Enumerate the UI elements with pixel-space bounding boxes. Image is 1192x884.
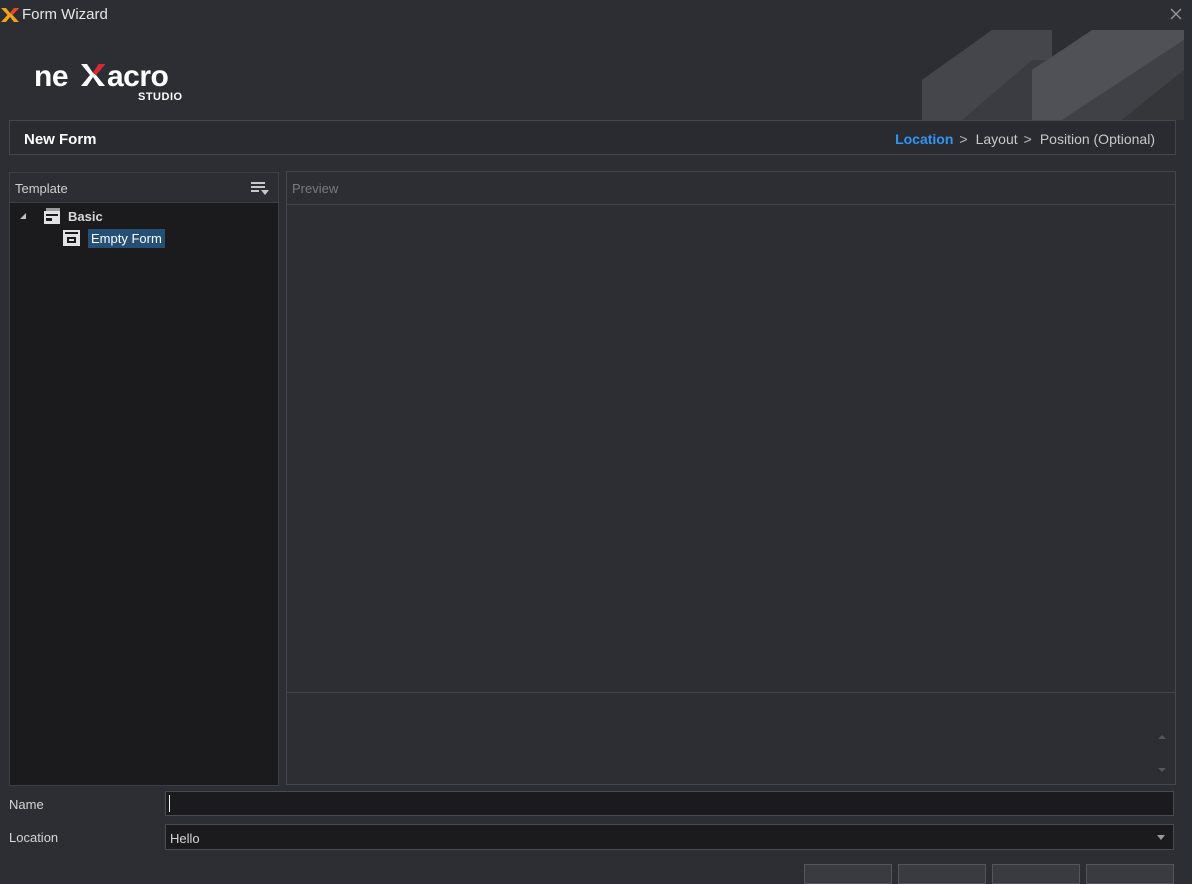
svg-text:ne: ne bbox=[34, 60, 68, 93]
banner: ne acro STUDIO bbox=[0, 30, 1192, 120]
name-label: Name bbox=[9, 797, 44, 812]
step-separator: > bbox=[959, 131, 968, 147]
page-title: New Form bbox=[24, 131, 97, 148]
name-input[interactable] bbox=[165, 791, 1174, 816]
text-caret bbox=[169, 795, 170, 812]
scroll-up-icon[interactable] bbox=[1157, 733, 1167, 741]
step-position: Position (Optional) bbox=[1039, 131, 1155, 147]
sort-list-icon[interactable] bbox=[250, 179, 270, 197]
tree-node-basic[interactable]: Basic bbox=[18, 206, 103, 226]
step-location: Location bbox=[895, 131, 954, 147]
wizard-steps: Location > Layout > Position (Optional) bbox=[895, 131, 1155, 147]
nexacro-x-icon bbox=[1, 8, 19, 22]
expand-triangle-icon[interactable] bbox=[18, 211, 28, 221]
wizard-button-1[interactable] bbox=[804, 864, 892, 884]
banner-decoration bbox=[922, 30, 1184, 120]
wizard-button-4[interactable] bbox=[1086, 864, 1174, 884]
close-icon[interactable] bbox=[1168, 6, 1184, 22]
step-separator: > bbox=[1023, 131, 1032, 147]
tree-node-empty-form[interactable]: Empty Form bbox=[62, 228, 165, 248]
preview-area bbox=[287, 205, 1175, 693]
nexacro-studio-logo: ne acro STUDIO bbox=[34, 60, 183, 102]
preview-header: Preview bbox=[287, 172, 1175, 205]
chevron-down-icon[interactable] bbox=[1157, 835, 1165, 841]
window-title: Form Wizard bbox=[22, 6, 108, 23]
wizard-button-2[interactable] bbox=[898, 864, 986, 884]
tree-label-empty-form[interactable]: Empty Form bbox=[88, 228, 165, 248]
template-label: Template bbox=[15, 181, 68, 196]
tree-label-basic: Basic bbox=[68, 208, 103, 224]
wizard-button-3[interactable] bbox=[992, 864, 1080, 884]
svg-text:STUDIO: STUDIO bbox=[138, 91, 183, 102]
location-select[interactable]: Hello bbox=[165, 824, 1174, 850]
preview-description bbox=[287, 693, 1175, 784]
wizard-header: New Form Location > Layout > Position (Optio… bbox=[9, 120, 1176, 155]
preview-label: Preview bbox=[292, 181, 339, 196]
step-layout: Layout bbox=[975, 131, 1018, 147]
scroll-down-icon[interactable] bbox=[1157, 766, 1167, 774]
template-header: Template bbox=[10, 173, 278, 203]
preview-panel: Preview bbox=[286, 171, 1176, 785]
location-value: Hello bbox=[170, 831, 200, 846]
template-panel: Template Basic Empty Form bbox=[9, 172, 279, 786]
form-icon bbox=[63, 230, 80, 246]
title-bar: Form Wizard bbox=[0, 0, 1192, 30]
location-label: Location bbox=[9, 830, 59, 845]
form-group-icon bbox=[44, 208, 60, 224]
svg-text:acro: acro bbox=[107, 60, 169, 93]
